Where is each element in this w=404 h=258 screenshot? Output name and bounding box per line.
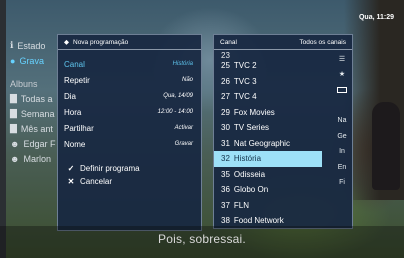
clock: Qua, 11:29 [358,14,394,21]
folder-icon: ▇ [10,123,17,133]
diamond-icon: ◆ [64,39,69,46]
setting-share[interactable]: Partilhar Activar [58,120,201,136]
subtitle-text: Pois, sobressai. [158,232,246,246]
channel-panel: Canal Todos os canais 23 25 TVC 2 26 TVC 3… [213,34,353,229]
x-icon: ✕ [67,177,75,186]
side-spacer [332,98,352,114]
channel-item[interactable]: 35 Odisseia [214,167,322,183]
rect-icon [332,82,352,98]
person-icon: ☻ [10,138,20,149]
channel-item[interactable]: 25 TVC 2 [214,58,322,74]
define-program-button[interactable]: ✓ Definir programa [58,162,201,175]
channel-item[interactable]: 36 Globo On [214,182,322,198]
channel-list[interactable]: 23 25 TVC 2 26 TVC 3 27 TVC 4 29 Fox Movies … [214,51,322,228]
side-album-item[interactable]: ☻ Edgar F [10,136,56,151]
side-item-grava[interactable]: ● Grava [10,53,56,68]
side-album-item[interactable]: ▇ Todas a [10,91,56,106]
folder-icon: ▇ [10,108,17,118]
side-item-estado[interactable]: ℹ Estado [10,38,56,53]
channel-panel-title: Canal [220,38,237,46]
channel-item[interactable]: 30 TV Series [214,120,322,136]
side-genre-label: Na [337,117,347,125]
channel-filter[interactable]: Todos os canais [299,39,346,46]
setting-time[interactable]: Hora 12:00 - 14:00 [58,104,201,120]
channel-item-partial: 23 [221,51,230,58]
side-album-item[interactable]: ☻ Marlon [10,151,56,166]
side-album-item[interactable]: ▇ Mês ant [10,121,56,136]
info-icon: ℹ [10,40,14,50]
channel-item-selected[interactable]: 32 História [214,151,322,167]
side-genre-label: Fi [339,179,345,187]
setting-channel[interactable]: Canal História [58,56,201,72]
side-section-title: Albuns [10,78,38,89]
check-icon: ✓ [67,164,75,173]
person-icon: ☻ [10,153,20,164]
setting-repeat[interactable]: Repetir Não [58,72,201,88]
record-icon: ● [10,55,16,66]
folder-icon: ▇ [10,93,17,103]
channel-side-column: ☰ ★ Na Ge In En Fi [332,51,352,191]
channel-item[interactable]: 29 Fox Movies [214,105,322,121]
panel-title-bar: ◆ Nova programação [58,35,201,50]
side-genre-label: In [339,148,345,156]
side-menu: ℹ Estado ● Grava Albuns ▇ Todas a ▇ Sema… [10,38,56,166]
background-person [372,102,400,190]
setting-day[interactable]: Dia Qua, 14/09 [58,88,201,104]
list-icon: ☰ [338,55,346,63]
program-settings: Canal História Repetir Não Dia Qua, 14/0… [58,50,201,152]
side-genre-label: Ge [337,132,347,140]
panel-title: Nova programação [73,38,129,46]
channel-panel-title-bar: Canal Todos os canais [214,35,352,50]
new-program-panel: ◆ Nova programação Canal História Repeti… [57,34,202,231]
side-genre-label: En [337,163,347,171]
star-icon: ★ [338,71,346,79]
cancel-button[interactable]: ✕ Cancelar [58,175,201,188]
channel-item[interactable]: 27 TVC 4 [214,89,322,105]
side-album-item[interactable]: ▇ Semana [10,106,56,121]
channel-item[interactable]: 31 Nat Geographic [214,136,322,152]
channel-item[interactable]: 26 TVC 3 [214,74,322,90]
program-actions: ✓ Definir programa ✕ Cancelar [58,162,201,188]
channel-item[interactable]: 37 FLN [214,198,322,214]
setting-name[interactable]: Nome Gravar [58,136,201,152]
frame-edge [0,0,6,258]
